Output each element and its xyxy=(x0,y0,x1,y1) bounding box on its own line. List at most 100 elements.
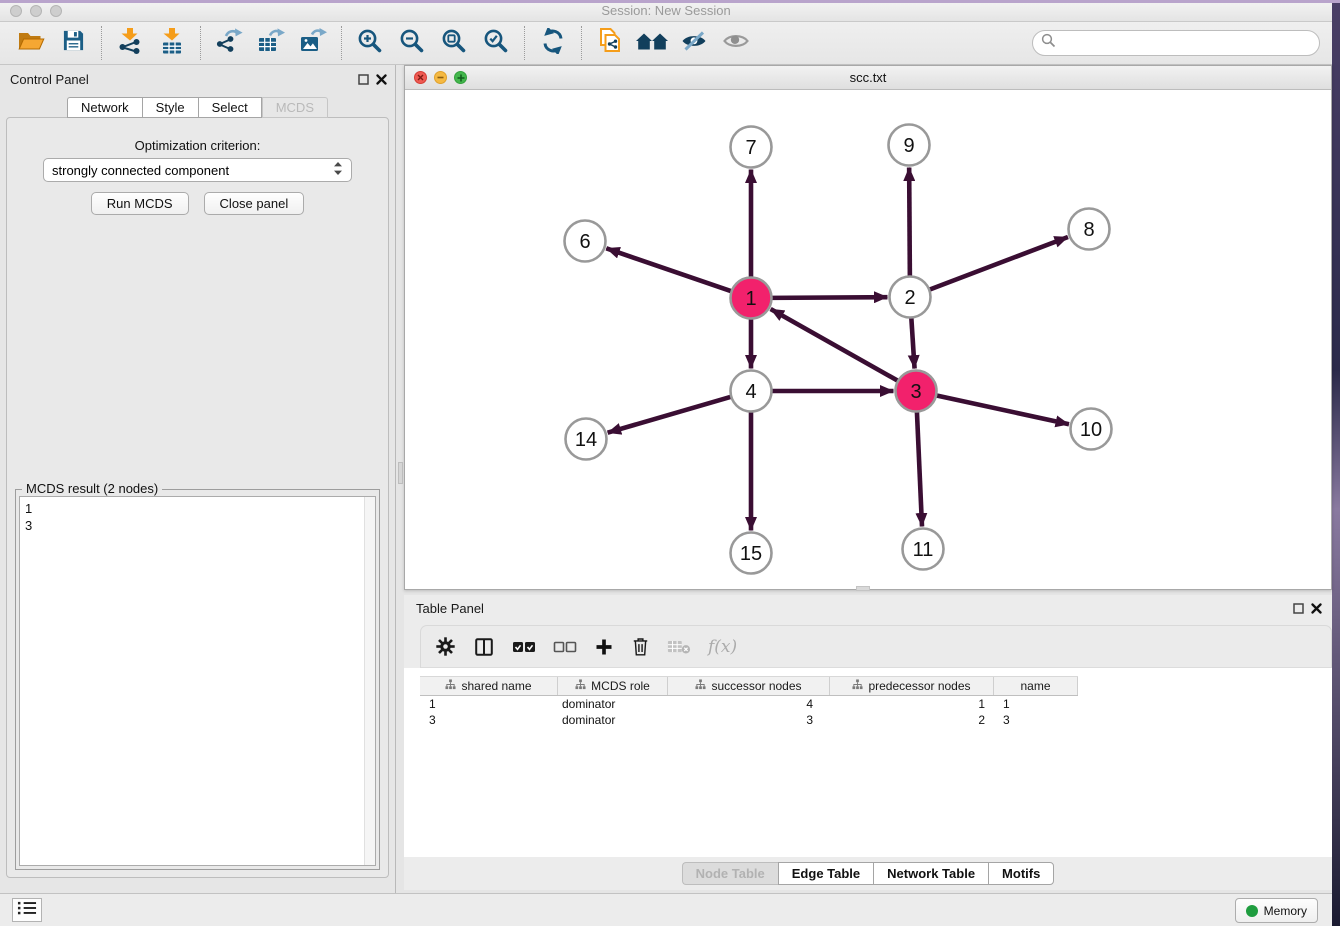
panel-splitter-handle[interactable] xyxy=(398,462,403,484)
graph-edge-3-11[interactable] xyxy=(917,411,922,526)
table-row[interactable]: 3 dominator 3 2 3 xyxy=(420,712,1078,728)
graph-node-15[interactable]: 15 xyxy=(731,533,772,574)
tab-edge-table[interactable]: Edge Table xyxy=(778,862,873,885)
run-mcds-button[interactable]: Run MCDS xyxy=(91,192,189,215)
refresh-view-button[interactable] xyxy=(532,25,574,61)
eye-icon xyxy=(722,29,750,58)
unselect-all-rows-icon[interactable] xyxy=(553,640,577,654)
graph-edge-3-10[interactable] xyxy=(936,395,1069,424)
tab-network-table[interactable]: Network Table xyxy=(873,862,988,885)
network-window-titlebar[interactable]: scc.txt xyxy=(405,66,1331,90)
select-stepper-icon xyxy=(333,161,343,179)
memory-label: Memory xyxy=(1264,904,1307,918)
memory-status-dot xyxy=(1246,905,1258,917)
table-panel-tabs: Node Table Edge Table Network Table Moti… xyxy=(404,862,1332,885)
close-panel-button[interactable]: Close panel xyxy=(204,192,305,215)
close-panel-icon[interactable] xyxy=(376,72,387,90)
graph-node-11[interactable]: 11 xyxy=(903,529,944,570)
import-table-button[interactable] xyxy=(151,25,193,61)
minimize-view-icon[interactable] xyxy=(434,71,447,84)
zoom-out-button[interactable] xyxy=(391,25,433,61)
criterion-value: strongly connected component xyxy=(52,163,229,178)
float-panel-icon[interactable] xyxy=(1293,601,1304,619)
mcds-result-text[interactable]: 1 3 xyxy=(19,496,376,866)
tab-mcds[interactable]: MCDS xyxy=(262,97,328,118)
graph-edge-1-2[interactable] xyxy=(771,297,887,298)
graph-edge-2-3[interactable] xyxy=(911,317,914,368)
task-history-button[interactable] xyxy=(12,898,42,922)
tab-select[interactable]: Select xyxy=(198,97,262,118)
settings-gear-icon[interactable] xyxy=(435,636,456,657)
float-panel-icon[interactable] xyxy=(358,72,369,90)
graph-node-9[interactable]: 9 xyxy=(889,125,930,166)
import-network-button[interactable] xyxy=(109,25,151,61)
graph-edge-4-14[interactable] xyxy=(608,397,732,433)
search-box[interactable] xyxy=(1032,30,1320,56)
column-header-mcds-role[interactable]: MCDS role xyxy=(558,677,668,695)
maximize-view-icon[interactable] xyxy=(454,71,467,84)
new-network-from-selection-button[interactable] xyxy=(589,25,631,61)
graph-node-14[interactable]: 14 xyxy=(566,419,607,460)
add-column-icon[interactable] xyxy=(594,637,614,657)
show-graphics-details-button[interactable] xyxy=(715,25,757,61)
open-session-button[interactable] xyxy=(10,25,52,61)
graph-edge-2-8[interactable] xyxy=(929,237,1068,290)
mcds-result-group: MCDS result (2 nodes) 1 3 xyxy=(15,489,380,870)
zoom-selected-icon xyxy=(483,28,509,59)
svg-text:15: 15 xyxy=(740,543,762,565)
apply-function-icon[interactable]: f(x) xyxy=(708,637,737,657)
optimization-criterion-label: Optimization criterion: xyxy=(7,138,388,153)
minimize-window-light[interactable] xyxy=(30,5,42,17)
column-header-predecessor-nodes[interactable]: predecessor nodes xyxy=(830,677,994,695)
toggle-columns-icon[interactable] xyxy=(473,636,495,658)
graph-node-4[interactable]: 4 xyxy=(731,371,772,412)
session-title: Session: New Session xyxy=(0,0,1332,21)
memory-button[interactable]: Memory xyxy=(1235,898,1318,923)
close-panel-icon[interactable] xyxy=(1311,601,1322,619)
svg-text:3: 3 xyxy=(910,381,921,403)
zoom-in-button[interactable] xyxy=(349,25,391,61)
close-view-icon[interactable] xyxy=(414,71,427,84)
graph-edge-3-1[interactable] xyxy=(771,309,899,381)
reset-home-button[interactable] xyxy=(631,25,673,61)
close-window-light[interactable] xyxy=(10,5,22,17)
result-scrollbar[interactable] xyxy=(364,497,375,865)
tab-node-table[interactable]: Node Table xyxy=(682,862,778,885)
window-top-accent xyxy=(0,0,1340,3)
graph-node-3[interactable]: 3 xyxy=(896,371,937,412)
hide-graphics-details-button[interactable] xyxy=(673,25,715,61)
export-image-button[interactable] xyxy=(292,25,334,61)
tab-style[interactable]: Style xyxy=(142,97,198,118)
graph-node-2[interactable]: 2 xyxy=(890,277,931,318)
zoom-fit-button[interactable] xyxy=(433,25,475,61)
column-header-name[interactable]: name xyxy=(994,677,1078,695)
horizontal-splitter-handle[interactable] xyxy=(856,586,870,591)
delete-column-trash-icon[interactable] xyxy=(631,636,650,657)
graph-edge-1-6[interactable] xyxy=(606,248,731,291)
toolbar-separator xyxy=(101,26,102,60)
maximize-window-light[interactable] xyxy=(50,5,62,17)
criterion-select[interactable]: strongly connected component xyxy=(43,158,352,182)
tree-icon xyxy=(695,679,706,693)
graph-node-1[interactable]: 1 xyxy=(731,278,772,319)
save-session-button[interactable] xyxy=(52,25,94,61)
graph-node-6[interactable]: 6 xyxy=(565,221,606,262)
delete-table-icon[interactable] xyxy=(667,639,691,655)
svg-text:14: 14 xyxy=(575,429,597,451)
graph-node-8[interactable]: 8 xyxy=(1069,209,1110,250)
network-graph[interactable]: 7 9 6 8 1 2 4 3 14 10 15 11 xyxy=(405,90,1331,589)
search-input[interactable] xyxy=(1056,33,1319,53)
export-table-button[interactable] xyxy=(250,25,292,61)
column-header-shared-name[interactable]: shared name xyxy=(420,677,558,695)
graph-node-7[interactable]: 7 xyxy=(731,127,772,168)
graph-edge-2-9[interactable] xyxy=(909,167,910,276)
table-row[interactable]: 1 dominator 4 1 1 xyxy=(420,696,1078,712)
export-network-button[interactable] xyxy=(208,25,250,61)
tab-motifs[interactable]: Motifs xyxy=(988,862,1054,885)
tab-network[interactable]: Network xyxy=(67,97,142,118)
zoom-selected-button[interactable] xyxy=(475,25,517,61)
select-all-rows-icon[interactable] xyxy=(512,640,536,654)
svg-text:11: 11 xyxy=(913,539,934,561)
graph-node-10[interactable]: 10 xyxy=(1071,409,1112,450)
column-header-successor-nodes[interactable]: successor nodes xyxy=(668,677,830,695)
